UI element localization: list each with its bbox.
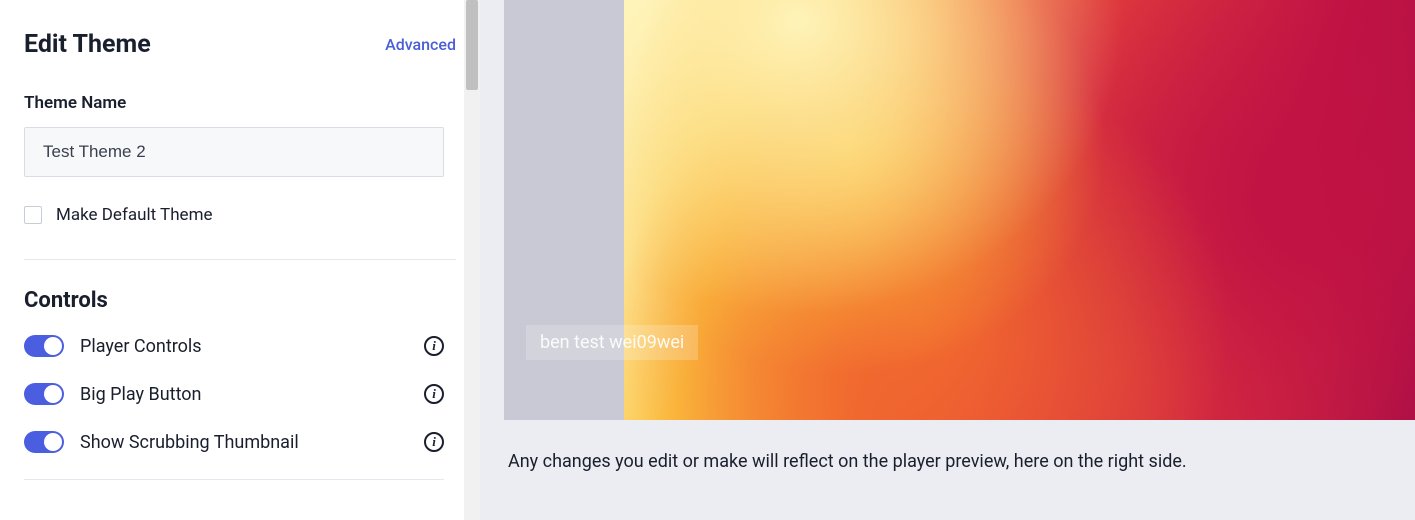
toggle-player-controls[interactable] — [24, 335, 64, 357]
info-icon[interactable]: i — [424, 432, 444, 452]
theme-name-label: Theme Name — [24, 93, 456, 113]
advanced-link[interactable]: Advanced — [385, 35, 456, 54]
player-preview: ben test wei09wei — [504, 0, 1415, 420]
toggle-scrubbing-thumbnail[interactable] — [24, 431, 64, 453]
theme-name-input[interactable] — [24, 127, 444, 177]
panel-title: Edit Theme — [24, 30, 151, 59]
make-default-label: Make Default Theme — [56, 205, 213, 225]
divider — [24, 479, 444, 480]
panel-header: Edit Theme Advanced — [24, 30, 456, 59]
toggle-row-player-controls: Player Controls i — [24, 335, 444, 357]
toggle-label: Player Controls — [80, 336, 424, 357]
controls-section-title: Controls — [24, 288, 456, 313]
make-default-checkbox[interactable] — [24, 206, 42, 224]
edit-theme-panel: Edit Theme Advanced Theme Name Make Defa… — [0, 0, 480, 520]
toggle-label: Big Play Button — [80, 384, 424, 405]
make-default-row: Make Default Theme — [24, 205, 456, 260]
video-title-badge: ben test wei09wei — [526, 325, 698, 360]
toggle-knob — [44, 433, 62, 451]
video-thumbnail — [624, 0, 1415, 420]
scrollbar-thumb[interactable] — [466, 0, 478, 90]
scrollbar-track[interactable] — [464, 0, 480, 520]
toggle-row-scrubbing-thumbnail: Show Scrubbing Thumbnail i — [24, 431, 444, 453]
toggle-big-play-button[interactable] — [24, 383, 64, 405]
toggle-knob — [44, 385, 62, 403]
preview-panel: ben test wei09wei Any changes you edit o… — [480, 0, 1415, 520]
toggle-row-big-play: Big Play Button i — [24, 383, 444, 405]
preview-note: Any changes you edit or make will reflec… — [504, 420, 1415, 486]
toggle-knob — [44, 337, 62, 355]
info-icon[interactable]: i — [424, 336, 444, 356]
toggle-label: Show Scrubbing Thumbnail — [80, 432, 424, 453]
info-icon[interactable]: i — [424, 384, 444, 404]
